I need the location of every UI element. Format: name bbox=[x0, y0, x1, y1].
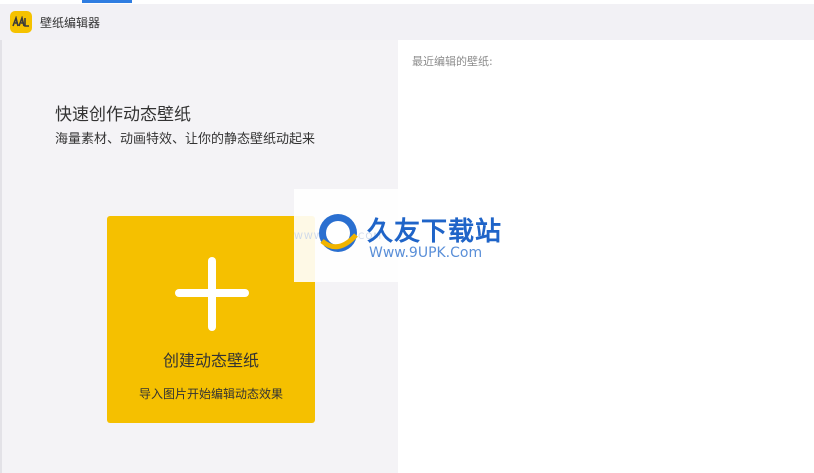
watermark-overlay: WWW.9UPK.COM 久友下载站 Www.9UPK.Com bbox=[294, 189, 520, 282]
app-title: 壁纸编辑器 bbox=[40, 15, 101, 30]
recent-label: 最近编辑的壁纸: bbox=[412, 55, 493, 68]
page-subheading: 海量素材、动画特效、让你的静态壁纸动起来 bbox=[55, 132, 316, 147]
plus-icon bbox=[175, 257, 249, 331]
title-bar: 壁纸编辑器 bbox=[0, 4, 814, 40]
app-window: 壁纸编辑器 快速创作动态壁纸 海量素材、动画特效、让你的静态壁纸动起来 创建动态… bbox=[0, 0, 814, 473]
create-wallpaper-button[interactable]: 创建动态壁纸 导入图片开始编辑动态效果 bbox=[107, 216, 315, 423]
page-heading: 快速创作动态壁纸 bbox=[55, 105, 191, 125]
create-card-title: 创建动态壁纸 bbox=[162, 351, 259, 370]
watermark-url: Www.9UPK.Com bbox=[369, 245, 483, 261]
create-card-subtitle: 导入图片开始编辑动态效果 bbox=[138, 387, 283, 401]
globe-logo-icon bbox=[319, 214, 358, 252]
active-tab-indicator bbox=[82, 0, 132, 3]
wallpaper-app-logo-icon bbox=[10, 11, 32, 33]
watermark-site-name: 久友下载站 bbox=[367, 217, 503, 247]
